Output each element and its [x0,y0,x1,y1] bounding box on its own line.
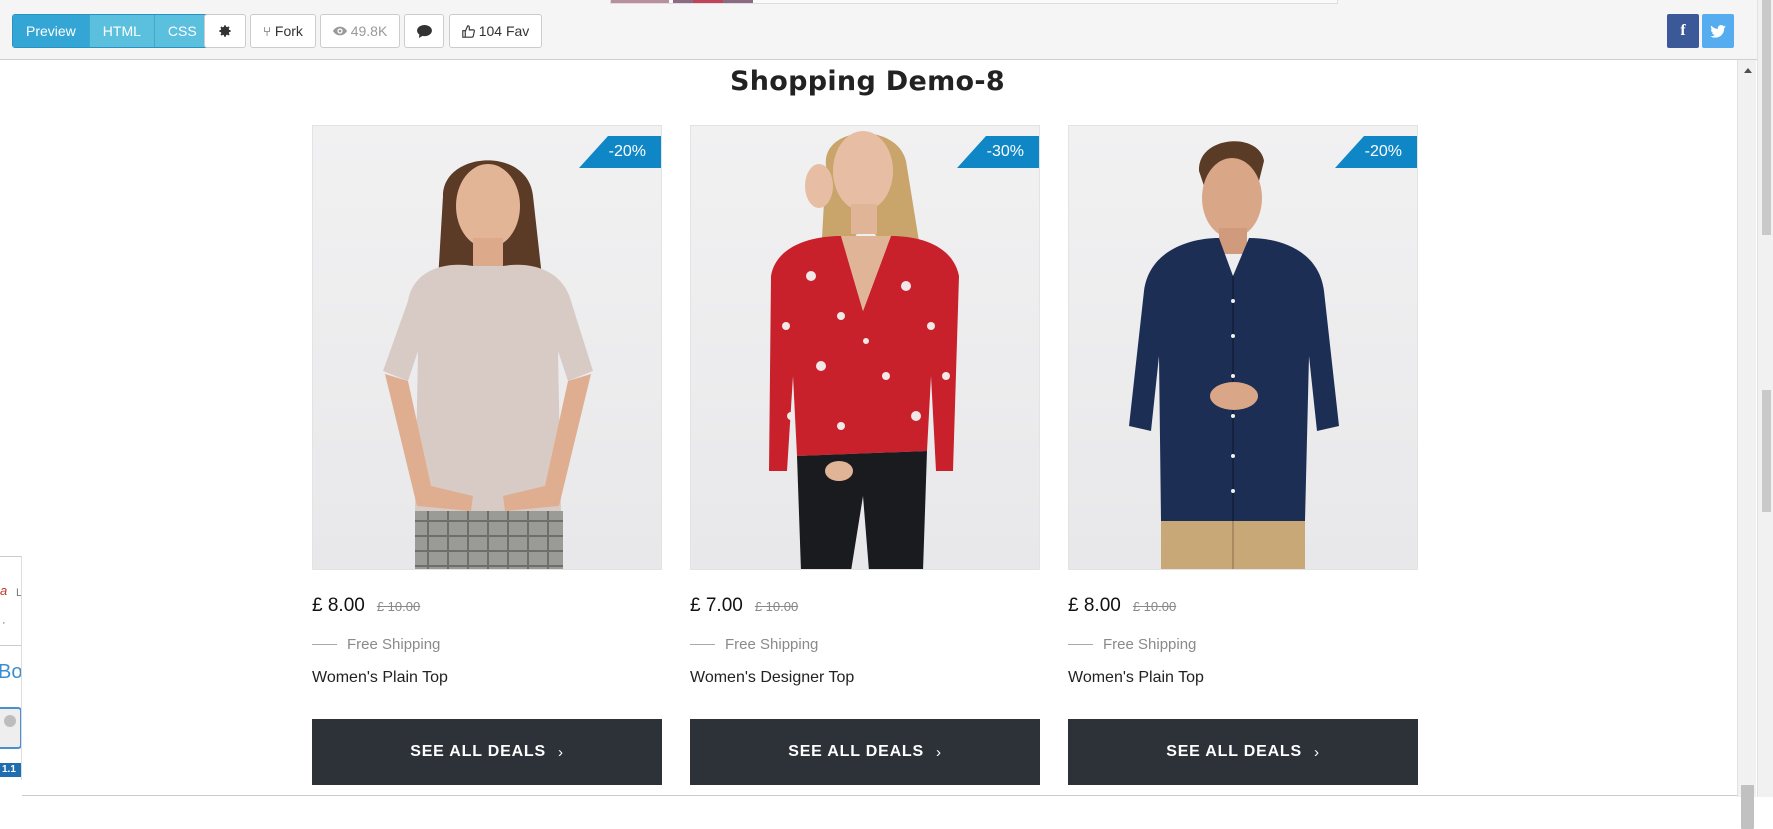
floating-side-panel[interactable]: a L · Boc 1.1 [0,556,22,780]
see-all-deals-button[interactable]: SEE ALL DEALS › [690,719,1040,785]
favorite-count: 104 Fav [478,23,530,39]
fork-icon: ⑂ [263,23,271,39]
comments-button[interactable] [404,14,444,48]
views-count: 49.8K [350,23,388,39]
thumbs-up-icon [461,24,475,38]
shipping-label: Free Shipping [1103,635,1197,653]
tab-preview[interactable]: Preview [13,15,89,47]
twitter-share-button[interactable] [1702,14,1734,48]
product-name[interactable]: Women's Plain Top [312,669,662,689]
side-panel-divider [0,645,21,646]
product-card: -20% £ 8.00 £ 10.00 Free Shipping Women'… [312,125,662,785]
window-scroll-thumb[interactable] [1762,390,1771,512]
shipping-dash [1068,643,1093,645]
scroll-thumb[interactable] [1741,785,1754,829]
side-panel-text: L [16,587,22,599]
embedded-banner-strip [610,0,1338,4]
gear-icon [219,25,231,37]
window-scrollbar[interactable] [1757,0,1773,797]
shipping-info: Free Shipping [1068,634,1418,654]
page-title: Shopping Demo-8 [730,66,1005,97]
tab-css[interactable]: CSS [153,15,210,47]
product-name[interactable]: Women's Plain Top [1068,669,1418,689]
see-all-deals-button[interactable]: SEE ALL DEALS › [312,719,662,785]
twitter-icon [1710,24,1726,38]
see-all-deals-label: SEE ALL DEALS [410,743,546,760]
preview-scrollbar[interactable] [1737,60,1757,829]
eye-icon [332,26,347,36]
price-row: £ 8.00 £ 10.00 [1068,595,1418,619]
content-bottom-border [22,795,1737,796]
price-row: £ 7.00 £ 10.00 [690,595,1040,619]
man-navy-shirt-illustration [1129,141,1339,569]
chevron-right-icon: › [1313,743,1320,761]
see-all-deals-label: SEE ALL DEALS [788,743,924,760]
current-price: £ 8.00 [1068,595,1121,616]
comment-icon [416,24,432,38]
woman-red-floral-top-illustration [769,131,959,569]
tab-html[interactable]: HTML [88,15,154,47]
fork-label: Fork [274,23,303,39]
shipping-label: Free Shipping [347,635,441,653]
side-panel-version-badge: 1.1 [0,763,21,777]
favorite-button[interactable]: 104 Fav [449,14,542,48]
views-counter: 49.8K [320,14,400,48]
window-scroll-track-segment [1762,0,1771,235]
woman-beige-top-illustration [383,160,593,569]
original-price: £ 10.00 [1132,599,1177,614]
see-all-deals-label: SEE ALL DEALS [1166,743,1302,760]
fork-button[interactable]: ⑂ Fork [250,14,316,48]
original-price: £ 10.00 [376,599,421,614]
chevron-right-icon: › [935,743,942,761]
product-card: -30% £ 7.00 £ 10.00 Free Shipping Women'… [690,125,1040,785]
facebook-icon: f [1680,22,1686,39]
product-photo[interactable]: -20% [312,125,662,570]
current-price: £ 7.00 [690,595,743,616]
shipping-dash [312,643,337,645]
side-panel-logo-glyph: a [0,583,8,598]
shipping-dash [690,643,715,645]
price-row: £ 8.00 £ 10.00 [312,595,662,619]
chevron-right-icon: › [557,743,564,761]
product-photo[interactable]: -20% [1068,125,1418,570]
product-card: -20% £ 8.00 £ 10.00 Free Shipping Women'… [1068,125,1418,785]
product-photo[interactable]: -30% [690,125,1040,570]
facebook-share-button[interactable]: f [1667,14,1699,48]
editor-toolbar: Preview HTML CSS ⑂ Fork 49.8K 104 Fav f [0,0,1773,60]
product-name[interactable]: Women's Designer Top [690,669,1040,689]
see-all-deals-button[interactable]: SEE ALL DEALS › [1068,719,1418,785]
side-panel-dots: · [2,617,6,629]
shipping-info: Free Shipping [690,634,1040,654]
shipping-info: Free Shipping [312,634,662,654]
settings-button[interactable] [204,14,246,48]
scroll-up-arrow-icon[interactable] [1738,64,1757,76]
side-panel-link[interactable]: Boc [0,661,21,684]
shipping-label: Free Shipping [725,635,819,653]
original-price: £ 10.00 [754,599,799,614]
side-panel-avatar[interactable] [0,707,21,749]
view-mode-tabs: Preview HTML CSS [12,14,211,48]
current-price: £ 8.00 [312,595,365,616]
